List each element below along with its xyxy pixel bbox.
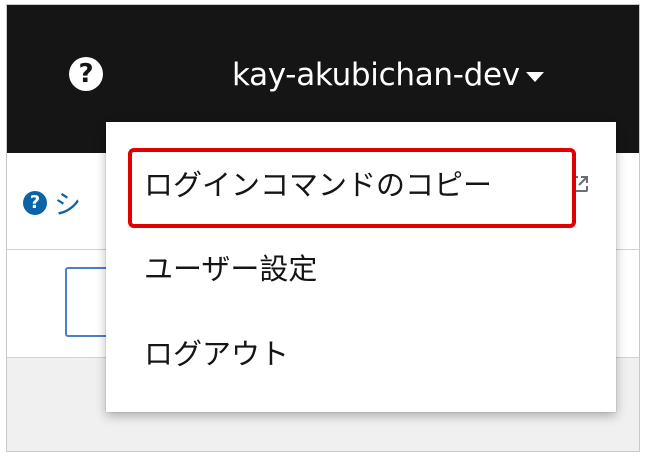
- user-menu-toggle[interactable]: kay-akubichan-dev: [232, 53, 544, 97]
- question-circle-icon[interactable]: ?: [23, 191, 47, 215]
- menu-item-copy-login-command[interactable]: ログインコマンドのコピー: [106, 148, 616, 218]
- menu-item-label: ログインコマンドのコピー: [144, 168, 493, 202]
- username: kay-akubichan-dev: [232, 57, 520, 93]
- user-dropdown-menu: ログインコマンドのコピー ユーザー設定 ログアウト: [106, 122, 616, 412]
- menu-item-user-settings[interactable]: ユーザー設定: [106, 232, 616, 302]
- help-icon[interactable]: ?: [69, 57, 103, 91]
- menu-item-label: ログアウト: [144, 337, 290, 371]
- caret-down-icon: [525, 72, 544, 82]
- external-link-icon: [572, 176, 588, 192]
- menu-item-logout[interactable]: ログアウト: [106, 317, 616, 387]
- help-link[interactable]: シ: [54, 183, 81, 222]
- menu-item-label: ユーザー設定: [144, 252, 318, 286]
- help-glyph: ?: [78, 59, 94, 89]
- row-help-glyph: ?: [29, 192, 41, 213]
